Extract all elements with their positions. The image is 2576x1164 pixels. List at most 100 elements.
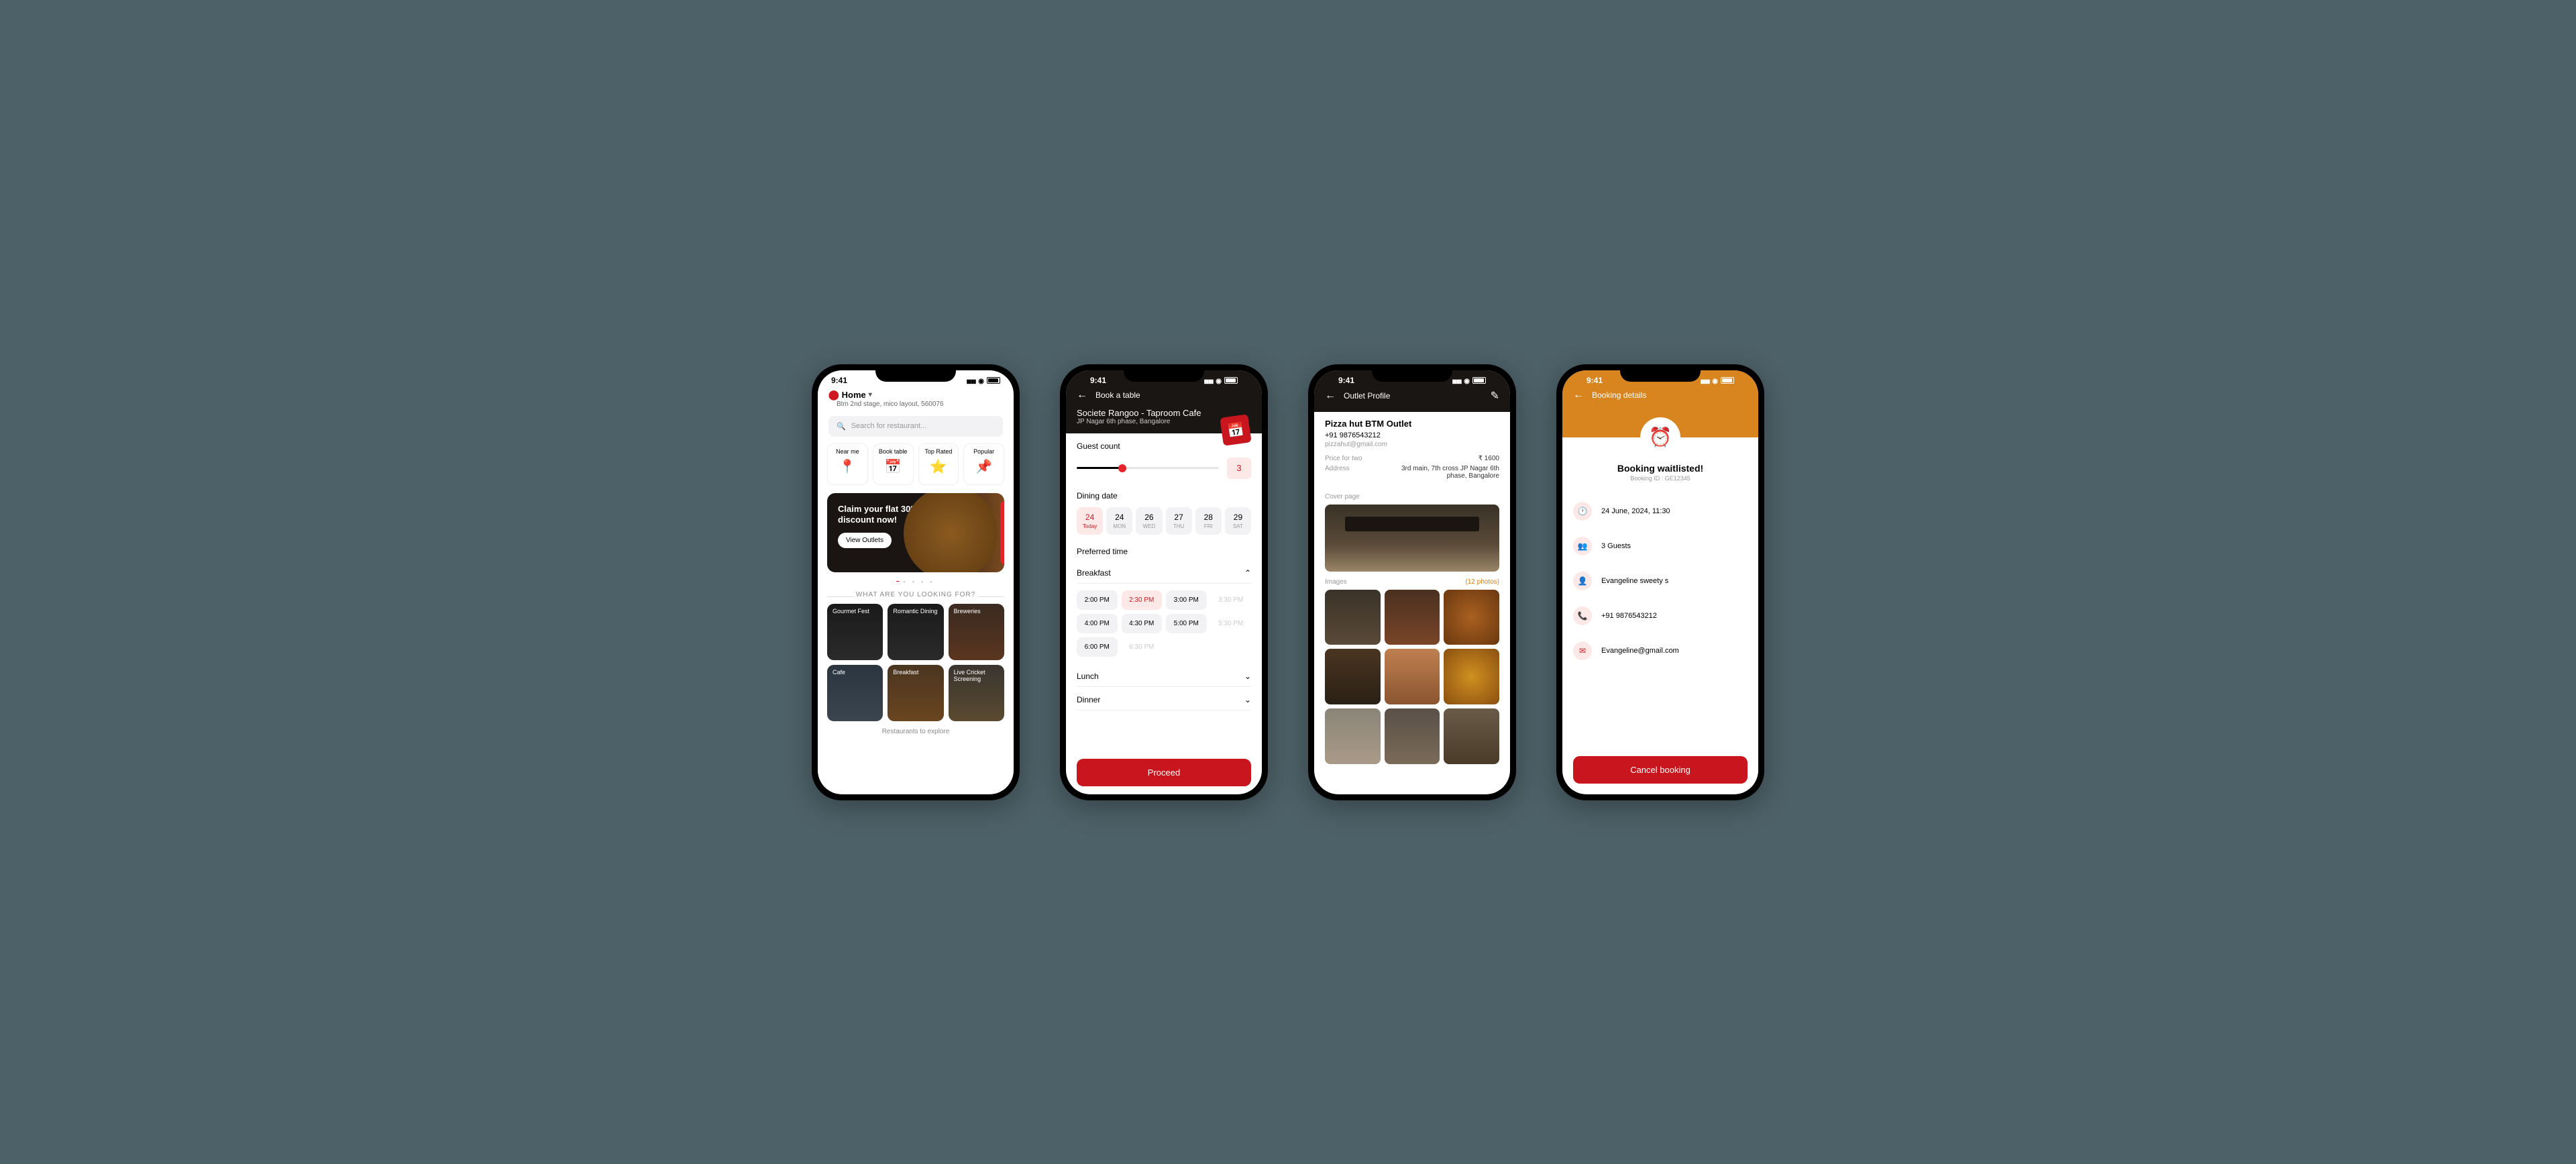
time-chip[interactable]: 2:00 PM [1077,590,1118,610]
booking-email-row: ✉ Evangeline@gmail.com [1573,633,1748,668]
gallery-image[interactable] [1385,649,1440,704]
booking-guests: 3 Guests [1601,542,1631,550]
carousel-dots[interactable]: ━ ● ● ● ● [818,576,1014,590]
guest-slider[interactable] [1077,467,1219,469]
meal-lunch-header[interactable]: Lunch [1077,666,1251,687]
booking-name-row: 👤 Evangeline sweety s [1573,564,1748,598]
location-label: Home [842,390,866,400]
date-chip[interactable]: 24MON [1106,507,1132,535]
time-chip[interactable]: 2:30 PM [1122,590,1163,610]
view-outlets-button[interactable]: View Outlets [838,533,892,548]
quick-near-me[interactable]: Near me📍 [827,443,868,485]
time-chip: 3:30 PM [1211,590,1252,610]
cover-image[interactable] [1325,505,1499,572]
booking-phone-row: 📞 +91 9876543212 [1573,598,1748,633]
quick-popular[interactable]: Popular📌 [963,443,1004,485]
date-chip[interactable]: 26WED [1136,507,1162,535]
date-day: Today [1078,523,1102,529]
back-button[interactable] [1077,389,1087,401]
category-label: Live Cricket Screening [954,669,999,684]
promo-next-peek[interactable] [1000,500,1004,566]
wifi-icon [1464,376,1470,385]
back-button[interactable] [1325,390,1336,402]
battery-icon [1472,377,1486,384]
category-gourmet[interactable]: Gourmet Fest [827,604,883,660]
address-label: Address [1325,465,1350,472]
gallery-image[interactable] [1385,590,1440,645]
proceed-button[interactable]: Proceed [1077,759,1251,786]
booking-guests-row: 👥 3 Guests [1573,529,1748,564]
category-romantic[interactable]: Romantic Dining [888,604,943,660]
date-num: 24 [1108,513,1131,522]
category-cricket[interactable]: Live Cricket Screening [949,665,1004,721]
cancel-booking-button[interactable]: Cancel booking [1573,756,1748,784]
time-chip[interactable]: 5:00 PM [1166,614,1207,633]
status-bar: 9:41 [818,370,1014,386]
status-time: 9:41 [1587,376,1603,385]
gallery-image[interactable] [1444,708,1499,764]
search-input[interactable]: 🔍 Search for restaurant... [828,416,1003,437]
battery-icon [1721,377,1734,384]
status-bar: 9:41 [1077,370,1251,386]
battery-icon [987,377,1000,384]
booking-phone: +91 9876543212 [1601,612,1657,620]
status-time: 9:41 [831,376,847,385]
quick-book-table[interactable]: Book table📅 [873,443,914,485]
time-chip: 5:30 PM [1211,614,1252,633]
time-chip[interactable]: 6:00 PM [1077,637,1118,657]
gallery-image[interactable] [1325,708,1381,764]
booking-name: Evangeline sweety s [1601,577,1668,585]
meal-dinner-header[interactable]: Dinner [1077,690,1251,710]
date-chip[interactable]: 28FRI [1195,507,1222,535]
gallery-image[interactable] [1444,649,1499,704]
date-chip[interactable]: 24Today [1077,507,1103,535]
time-chip[interactable]: 4:30 PM [1122,614,1163,633]
meal-label: Dinner [1077,695,1100,704]
calendar-icon: 📅 [883,458,902,476]
location-pin-icon: ⬤ [828,389,839,401]
status-time: 9:41 [1338,376,1354,385]
date-day: SAT [1226,523,1250,529]
date-num: 27 [1167,513,1191,522]
booking-email: Evangeline@gmail.com [1601,647,1679,655]
promo-banner[interactable]: Claim your flat 30% discount now! View O… [827,493,1004,572]
category-cafe[interactable]: Cafe [827,665,883,721]
slider-thumb[interactable] [1118,464,1126,472]
time-chip[interactable]: 4:00 PM [1077,614,1118,633]
booking-id: Booking ID : GE12345 [1562,475,1758,482]
screen-title: Book a table [1095,390,1140,400]
photos-count-link[interactable]: (12 photos) [1465,578,1499,586]
guest-count-value: 3 [1227,458,1251,479]
people-icon: 👥 [1573,537,1592,555]
category-breakfast[interactable]: Breakfast [888,665,943,721]
status-bar: 9:41 [1573,370,1748,386]
edit-button[interactable] [1491,389,1499,403]
time-chip[interactable]: 3:00 PM [1166,590,1207,610]
chevron-down-icon: ▾ [869,391,872,399]
user-icon: 👤 [1573,572,1592,590]
dining-date-label: Dining date [1077,491,1251,500]
date-chip[interactable]: 27THU [1166,507,1192,535]
status-time: 9:41 [1090,376,1106,385]
gallery-image[interactable] [1325,649,1381,704]
address-value: 3rd main, 7th cross JP Nagar 6th phase, … [1399,465,1499,480]
gallery-image[interactable] [1325,590,1381,645]
gallery-image[interactable] [1444,590,1499,645]
quick-top-rated[interactable]: Top Rated⭐ [918,443,959,485]
location-selector[interactable]: ⬤ Home ▾ [818,386,1014,401]
date-num: 28 [1197,513,1220,522]
section-heading: WHAT ARE YOU LOOKING FOR? [818,590,1014,604]
phone-icon: 📞 [1573,606,1592,625]
date-chip[interactable]: 29SAT [1225,507,1251,535]
date-day: MON [1108,523,1131,529]
star-icon: ⭐ [929,458,948,476]
gallery-image[interactable] [1385,708,1440,764]
meal-breakfast-header[interactable]: Breakfast [1077,563,1251,584]
date-num: 29 [1226,513,1250,522]
category-breweries[interactable]: Breweries [949,604,1004,660]
back-button[interactable] [1573,389,1584,401]
clock-icon: 🕐 [1573,502,1592,521]
preferred-time-label: Preferred time [1077,547,1251,556]
location-address: Btm 2nd stage, mico layout, 560076 [818,401,1014,413]
screen-title: Outlet Profile [1344,391,1390,401]
